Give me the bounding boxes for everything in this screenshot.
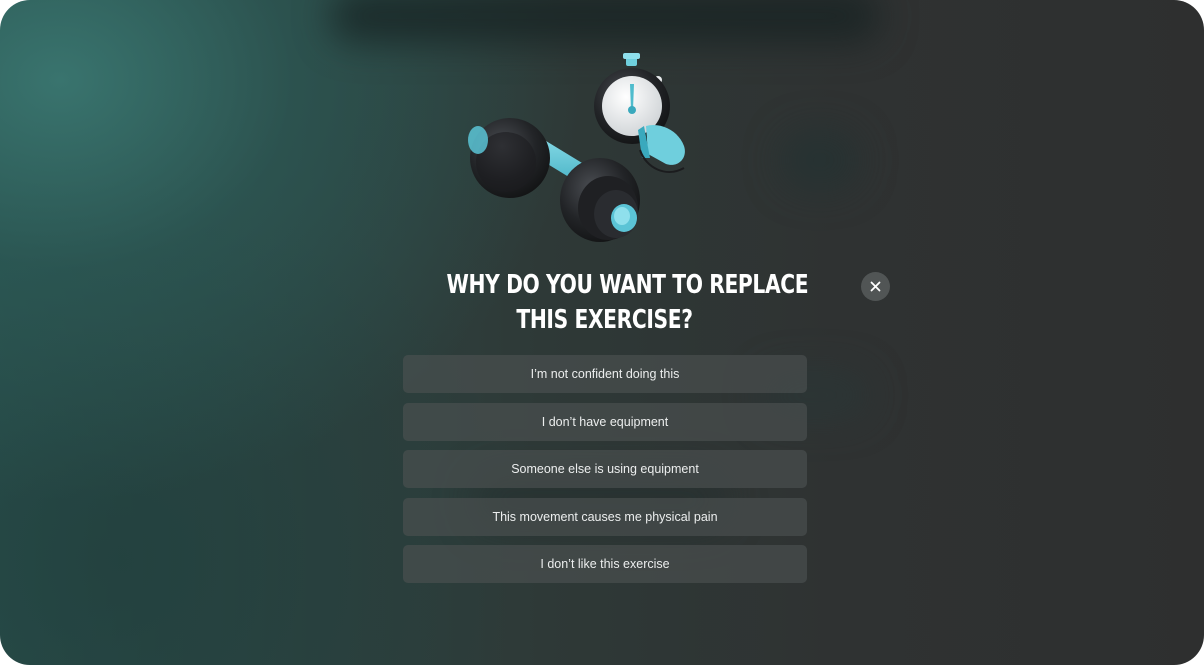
- background-blurred-shape: [780, 130, 860, 190]
- option-physical-pain[interactable]: This movement causes me physical pain: [403, 497, 807, 536]
- option-not-confident[interactable]: I’m not confident doing this: [403, 355, 807, 393]
- whistle-icon: [638, 124, 685, 173]
- close-button[interactable]: [861, 272, 890, 301]
- workout-illustration: [460, 50, 700, 250]
- option-dislike-exercise[interactable]: I don’t like this exercise: [403, 545, 807, 584]
- title-line-2: THIS EXERCISE?: [516, 305, 693, 335]
- close-icon: [870, 281, 881, 292]
- option-equipment-in-use[interactable]: Someone else is using equipment: [403, 450, 807, 489]
- title-line-1: WHY DO YOU WANT TO REPLACE: [446, 270, 809, 300]
- dialog-title: WHY DO YOU WANT TO REPLACE THIS EXERCISE…: [447, 268, 809, 338]
- option-no-equipment[interactable]: I don’t have equipment: [403, 402, 807, 441]
- background-blurred-header: [330, 0, 880, 42]
- app-screen: WHY DO YOU WANT TO REPLACE THIS EXERCISE…: [0, 0, 1204, 665]
- reason-options-list: I’m not confident doing this I don’t hav…: [403, 355, 807, 593]
